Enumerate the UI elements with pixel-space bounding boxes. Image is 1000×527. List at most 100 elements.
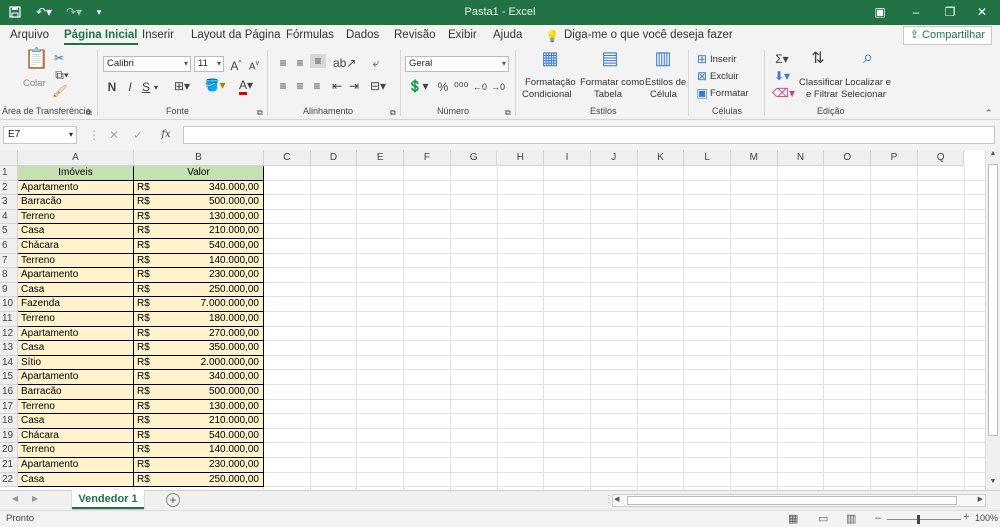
format-as-table-icon[interactable]: ▤ xyxy=(598,49,622,67)
column-header-p[interactable]: P xyxy=(871,150,918,166)
customize-icon[interactable]: ▾ xyxy=(92,0,106,25)
tab-arquivo[interactable]: Arquivo xyxy=(10,29,49,41)
add-sheet-button[interactable]: + xyxy=(166,493,180,507)
cell-value[interactable]: R$ 540.000,00 xyxy=(134,239,264,254)
row-header[interactable]: 10 xyxy=(0,297,18,312)
share-button[interactable]: ⇪ Compartilhar xyxy=(902,26,992,45)
row-header[interactable]: 21 xyxy=(0,458,18,473)
copy-icon[interactable]: ⧉▾ xyxy=(52,68,72,82)
row-header[interactable]: 7 xyxy=(0,253,18,269)
borders-icon[interactable]: ⊞▾ xyxy=(171,79,193,93)
row-header[interactable]: 13 xyxy=(0,341,18,356)
italic-button[interactable]: I xyxy=(124,80,136,94)
cell-property-type[interactable]: Barracão xyxy=(18,195,134,210)
column-header-q[interactable]: Q xyxy=(917,150,965,166)
cell-property-type[interactable]: Casa xyxy=(18,414,134,429)
cell-property-type[interactable]: Casa xyxy=(18,224,134,239)
tab-formulas[interactable]: Fórmulas xyxy=(286,29,334,41)
enter-icon[interactable]: ✓ xyxy=(132,128,144,142)
align-right-icon[interactable]: ≡ xyxy=(310,79,324,93)
cell-property-type[interactable]: Apartamento xyxy=(18,268,134,283)
decrease-indent-icon[interactable]: ⇤ xyxy=(330,79,344,93)
column-header-o[interactable]: O xyxy=(824,150,872,166)
column-header-i[interactable]: I xyxy=(544,150,591,166)
merge-center-icon[interactable]: ⊟▾ xyxy=(367,79,389,93)
page-break-view-icon[interactable]: ▥ xyxy=(846,512,856,525)
alignment-launcher-icon[interactable]: ⧉ xyxy=(390,106,396,120)
zoom-level[interactable]: 100% xyxy=(975,513,998,523)
fill-color-icon[interactable]: 🪣▾ xyxy=(203,78,227,92)
zoom-slider-thumb[interactable] xyxy=(917,515,920,524)
tab-exibir[interactable]: Exibir xyxy=(448,29,477,41)
decrease-decimal-icon[interactable]: →0 xyxy=(490,80,506,94)
cell-property-type[interactable]: Barracão xyxy=(18,385,134,400)
autosum-icon[interactable]: Σ▾ xyxy=(772,52,792,66)
cell-value[interactable]: R$ 540.000,00 xyxy=(134,428,264,444)
number-format-select[interactable]: Geral ▾ xyxy=(405,56,509,72)
zoom-in-button[interactable]: + xyxy=(963,511,969,523)
cell-property-type[interactable]: Terreno xyxy=(18,312,134,327)
tab-pagina-inicial[interactable]: Página Inicial xyxy=(64,29,138,45)
column-header-m[interactable]: M xyxy=(731,150,778,166)
row-header[interactable]: 22 xyxy=(0,472,18,488)
row-header[interactable]: 1 xyxy=(0,166,18,181)
cell-property-type[interactable]: Chácara xyxy=(18,428,134,444)
font-size-select[interactable]: 11 ▾ xyxy=(194,56,224,72)
column-header-h[interactable]: H xyxy=(497,150,545,166)
delete-cells-label[interactable]: Excluir xyxy=(710,71,739,82)
percent-style-button[interactable]: % xyxy=(437,80,449,94)
decrease-font-icon[interactable]: Av xyxy=(248,57,260,74)
normal-view-icon[interactable]: ▦ xyxy=(788,512,798,525)
align-center-icon[interactable]: ≡ xyxy=(293,79,307,93)
worksheet-grid[interactable]: A B C D E F G H I J K L M N O P Q 1 2 3 4 5 6 7 8 9 10 11 12 13 14 15 16… xyxy=(0,150,985,490)
cancel-icon[interactable]: ✕ xyxy=(108,128,120,142)
cell-value[interactable]: R$ 210.000,00 xyxy=(134,414,264,429)
cell-property-type[interactable]: Apartamento xyxy=(18,458,134,473)
align-left-icon[interactable]: ≡ xyxy=(276,79,290,93)
cell-value[interactable]: R$ 140.000,00 xyxy=(134,253,264,269)
wrap-text-icon[interactable]: ⤶ xyxy=(369,56,383,70)
cell-value[interactable]: R$ 140.000,00 xyxy=(134,443,264,458)
cell-value[interactable]: R$ 250.000,00 xyxy=(134,472,264,488)
cell-property-type[interactable]: Terreno xyxy=(18,399,134,415)
cell-value[interactable]: R$ 130.000,00 xyxy=(134,209,264,225)
align-middle-icon[interactable]: ≡ xyxy=(293,56,307,70)
cell-value[interactable]: R$ 180.000,00 xyxy=(134,312,264,327)
delete-cells-icon[interactable]: ⊠ xyxy=(696,69,708,83)
header-cell-imoveis[interactable]: Imóveis xyxy=(18,166,134,181)
cell-value[interactable]: R$ 230.000,00 xyxy=(134,268,264,283)
cell-value[interactable]: R$ 7.000.000,00 xyxy=(134,297,264,312)
font-color-icon[interactable]: A▾ xyxy=(234,78,258,95)
tab-revisao[interactable]: Revisão xyxy=(394,29,436,41)
collapse-ribbon-icon[interactable]: ⌃ xyxy=(985,106,993,120)
zoom-out-button[interactable]: – xyxy=(875,512,881,524)
cell-property-type[interactable]: Apartamento xyxy=(18,326,134,342)
cell-value[interactable]: R$ 230.000,00 xyxy=(134,458,264,473)
row-header[interactable]: 16 xyxy=(0,385,18,400)
cell-value[interactable]: R$ 340.000,00 xyxy=(134,180,264,196)
row-header[interactable]: 9 xyxy=(0,282,18,298)
page-layout-view-icon[interactable]: ▭ xyxy=(818,512,828,525)
row-header[interactable]: 17 xyxy=(0,399,18,415)
font-name-select[interactable]: Calibri ▾ xyxy=(103,56,191,72)
row-header[interactable]: 6 xyxy=(0,239,18,254)
conditional-formatting-label-2[interactable]: Condicional xyxy=(522,89,572,100)
insert-function-icon[interactable]: fx xyxy=(158,128,174,142)
increase-indent-icon[interactable]: ⇥ xyxy=(347,79,361,93)
header-cell-valor[interactable]: Valor xyxy=(134,166,264,181)
tab-inserir[interactable]: Inserir xyxy=(142,29,174,41)
row-header[interactable]: 8 xyxy=(0,268,18,283)
column-header-g[interactable]: G xyxy=(450,150,498,166)
format-painter-icon[interactable]: 🖌 xyxy=(52,84,67,98)
hscroll-left-icon[interactable]: ◀ xyxy=(614,495,619,503)
cell-value[interactable]: R$ 500.000,00 xyxy=(134,385,264,400)
scroll-down-icon[interactable]: ▼ xyxy=(986,478,1000,490)
sort-filter-label-1[interactable]: Classificar xyxy=(799,77,843,88)
find-select-label-2[interactable]: Selecionar xyxy=(841,89,886,100)
select-all-corner[interactable] xyxy=(0,150,18,166)
cell-value[interactable]: R$ 210.000,00 xyxy=(134,224,264,239)
paste-icon[interactable]: 📋 xyxy=(24,49,49,69)
insert-cells-label[interactable]: Inserir xyxy=(710,54,736,65)
undo-icon[interactable]: ↶▾ xyxy=(32,0,56,25)
cell-property-type[interactable]: Apartamento xyxy=(18,180,134,196)
